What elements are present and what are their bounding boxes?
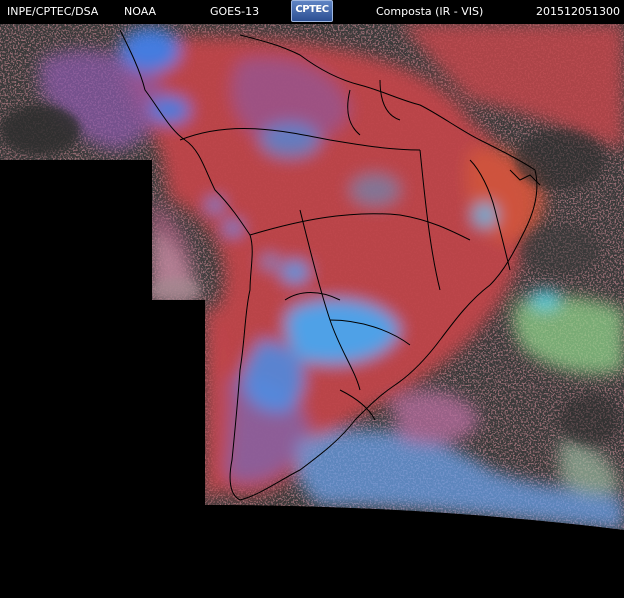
timestamp-label: 201512051300 [536,5,620,18]
satellite-image [0,0,624,594]
product-label: Composta (IR - VIS) [376,5,484,18]
agency-label: NOAA [124,5,157,18]
org-label: INPE/CPTEC/DSA [7,5,99,18]
cptec-logo-text: CPTEC [295,4,329,15]
satellite-label: GOES-13 [210,5,260,18]
satellite-composite [0,24,624,594]
cptec-logo: CPTEC [291,0,333,22]
